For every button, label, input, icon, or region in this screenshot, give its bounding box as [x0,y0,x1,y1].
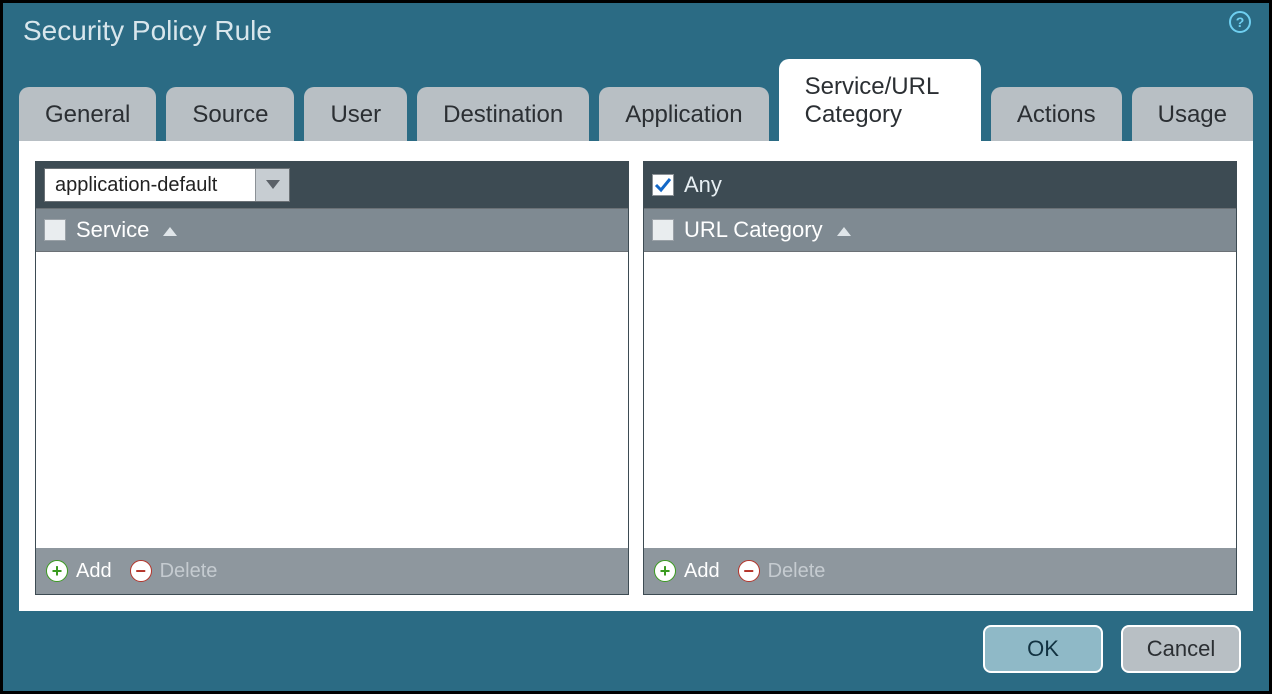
tab-application[interactable]: Application [599,87,768,141]
url-panel-topbar: Any [644,162,1236,208]
tab-body: Service + Add − Delete [19,141,1253,611]
security-policy-rule-dialog: Security Policy Rule ? General Source Us… [3,3,1269,691]
service-grid-body [36,252,628,548]
dialog-button-row: OK Cancel [983,625,1241,673]
plus-icon: + [654,560,676,582]
service-panel-topbar [36,162,628,208]
help-icon[interactable]: ? [1229,11,1251,33]
help-glyph: ? [1236,14,1245,30]
tab-usage[interactable]: Usage [1132,87,1253,141]
cancel-button[interactable]: Cancel [1121,625,1241,673]
sort-ascending-icon[interactable] [163,217,177,243]
plus-icon: + [46,560,68,582]
service-type-input[interactable] [45,169,255,201]
service-type-dropdown[interactable] [44,168,290,202]
ok-button[interactable]: OK [983,625,1103,673]
url-delete-label: Delete [768,560,826,583]
url-add-button[interactable]: + Add [654,560,720,583]
service-panel-footer: + Add − Delete [36,548,628,594]
url-any-label: Any [684,172,722,198]
service-add-button[interactable]: + Add [46,560,112,583]
minus-icon: − [738,560,760,582]
tab-service-url-category[interactable]: Service/URL Category [779,59,981,141]
tab-actions[interactable]: Actions [991,87,1122,141]
dialog-title: Security Policy Rule [23,15,272,47]
url-grid-body [644,252,1236,548]
url-any-checkbox[interactable]: Any [652,172,722,198]
dialog-titlebar: Security Policy Rule ? [3,3,1269,59]
tab-source[interactable]: Source [166,87,294,141]
minus-icon: − [130,560,152,582]
tab-general[interactable]: General [19,87,156,141]
service-add-label: Add [76,560,112,583]
service-delete-button: − Delete [130,560,218,583]
url-column-header-label[interactable]: URL Category [684,217,823,243]
chevron-down-icon[interactable] [255,169,289,201]
sort-ascending-icon[interactable] [837,217,851,243]
tab-destination[interactable]: Destination [417,87,589,141]
service-column-header-label[interactable]: Service [76,217,149,243]
service-select-all-checkbox[interactable] [44,219,66,241]
url-select-all-checkbox[interactable] [652,219,674,241]
tab-user[interactable]: User [304,87,407,141]
url-category-panel: Any URL Category + Add − Delete [643,161,1237,595]
service-delete-label: Delete [160,560,218,583]
service-panel: Service + Add − Delete [35,161,629,595]
service-column-header-row: Service [36,208,628,252]
url-delete-button: − Delete [738,560,826,583]
url-panel-footer: + Add − Delete [644,548,1236,594]
url-add-label: Add [684,560,720,583]
tabs-row: General Source User Destination Applicat… [3,59,1269,141]
checkbox-icon [652,174,674,196]
url-column-header-row: URL Category [644,208,1236,252]
